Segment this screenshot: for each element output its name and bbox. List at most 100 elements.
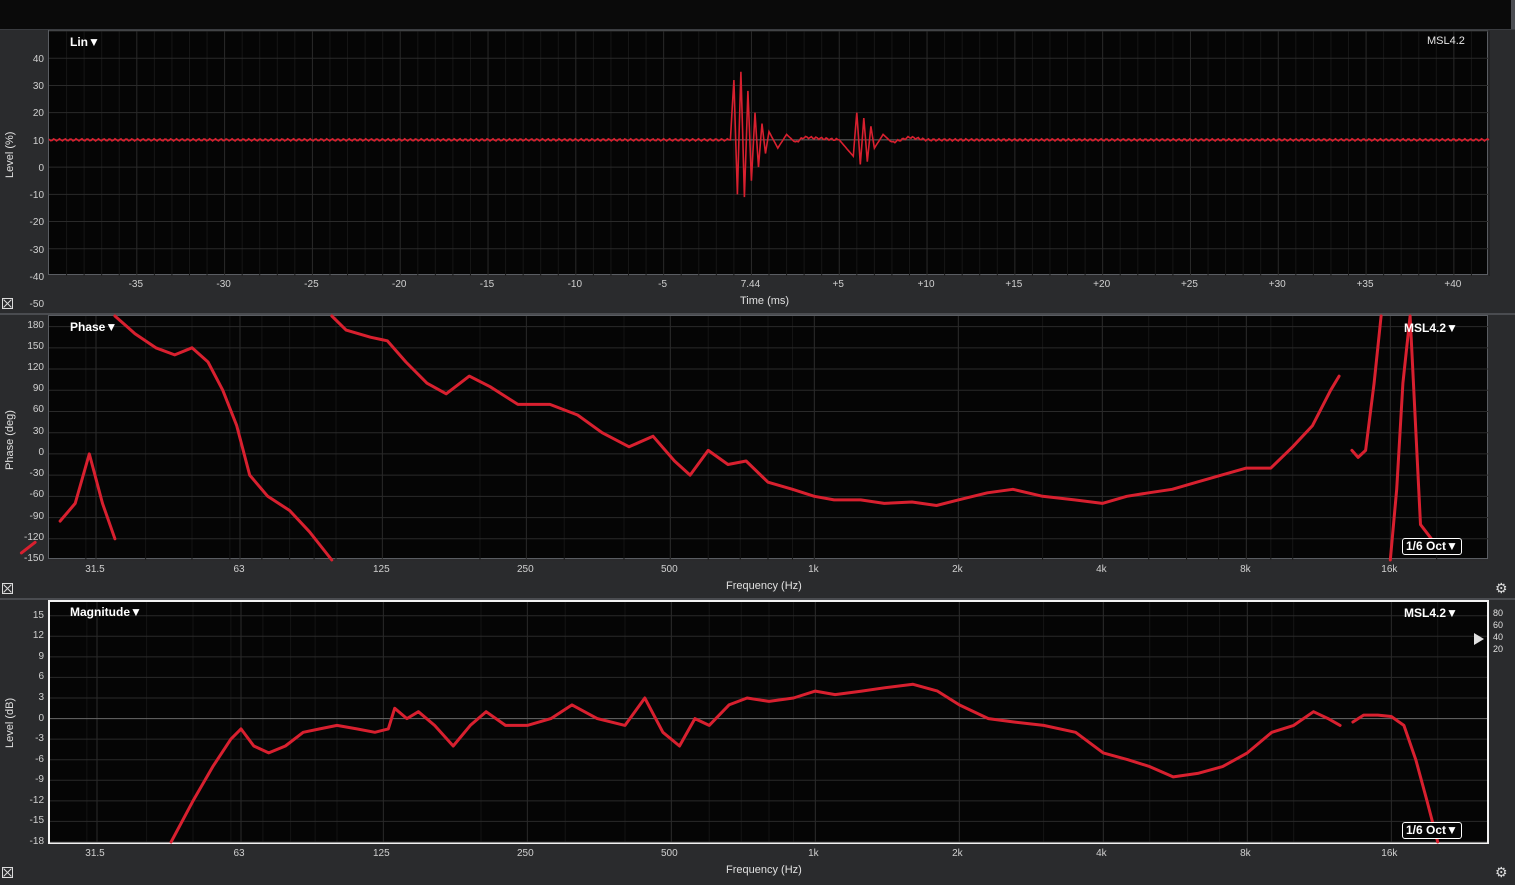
y-tick-label: 12: [32, 630, 44, 642]
y-tick-label: -50: [29, 299, 44, 310]
x-tick-label: 31.5: [85, 848, 105, 859]
side-scale-label: 60: [1493, 620, 1504, 630]
x-tick-label: +40: [1444, 279, 1462, 290]
x-tick-label: 1k: [808, 848, 819, 859]
top-toolbar: [0, 0, 1515, 30]
y-tick-label: 150: [27, 340, 44, 352]
time-plot-area[interactable]: [48, 30, 1490, 277]
phase-y-label: Phase (deg): [4, 410, 16, 470]
y-tick-label: -6: [35, 753, 44, 765]
y-tick-label: 120: [27, 362, 44, 374]
y-tick-label: -18: [29, 836, 44, 847]
y-tick-label: 180: [27, 319, 44, 331]
x-tick-label: 250: [517, 848, 534, 859]
phase-plot-area[interactable]: [19, 314, 1489, 562]
magnitude-chart: [50, 602, 1487, 844]
magnitude-plot-area[interactable]: [48, 600, 1489, 844]
y-tick-label: -30: [29, 468, 44, 480]
y-tick-label: -3: [35, 733, 44, 745]
x-tick-label: 1k: [808, 564, 819, 575]
x-tick-label: 63: [233, 848, 245, 859]
x-tick-label: -35: [128, 279, 144, 290]
x-tick-label: 8k: [1240, 848, 1251, 859]
y-tick-label: 60: [32, 404, 44, 416]
y-tick-label: 90: [32, 383, 44, 395]
magnitude-pane: Magnitude▼ MSL4.2▼ 1/6 Oct▼ 15 12 9 6 3 0 -3 -6…: [0, 600, 1515, 885]
phase-pane: Phase▼ MSL4.2▼ 1/6 Oct▼ 180 150 120 90 60 30 0…: [0, 314, 1515, 598]
phase-trace: [1350, 314, 1383, 459]
y-tick-label: -60: [29, 489, 44, 501]
side-scale-label: 40: [1493, 632, 1504, 642]
y-tick-label: 0: [38, 446, 44, 458]
x-tick-label: 4k: [1096, 848, 1107, 859]
y-tick-label: -30: [29, 244, 44, 256]
time-x-label: Time (ms): [740, 295, 790, 307]
gear-icon[interactable]: ⚙: [1495, 865, 1508, 879]
x-tick-label: -25: [304, 279, 319, 290]
x-tick-label: +5: [832, 279, 844, 290]
y-tick-label: -120: [23, 531, 44, 543]
y-tick-label: 20: [32, 108, 44, 120]
y-tick-label: -9: [35, 774, 44, 786]
x-tick-label: 500: [661, 848, 678, 859]
magnitude-mode-menu[interactable]: Magnitude▼: [70, 605, 142, 619]
x-tick-label: +25: [1180, 279, 1198, 290]
y-tick-label: -40: [29, 271, 44, 283]
x-tick-label: +35: [1356, 279, 1374, 290]
time-mode-menu[interactable]: Lin▼: [70, 35, 100, 49]
x-tick-label: 16k: [1381, 848, 1398, 859]
x-tick-label: +10: [917, 279, 935, 290]
y-tick-label: -15: [29, 815, 44, 827]
magnitude-trace: [169, 682, 1342, 844]
time-y-label: Level (%): [4, 131, 16, 178]
magnitude-x-label: Frequency (Hz): [726, 864, 802, 876]
y-tick-label: 9: [38, 650, 44, 662]
y-tick-label: 6: [38, 671, 44, 683]
x-tick-label: 125: [373, 564, 390, 575]
y-tick-label: 3: [38, 692, 44, 703]
x-tick-label: 2k: [952, 564, 963, 575]
y-tick-label: 0: [38, 162, 44, 174]
phase-trace-menu[interactable]: MSL4.2▼: [1404, 321, 1458, 335]
side-scale-label: 20: [1493, 644, 1504, 654]
y-tick-label: -150: [23, 553, 44, 564]
gear-icon[interactable]: ⚙: [1495, 581, 1508, 595]
magnitude-smoothing-menu[interactable]: 1/6 Oct▼: [1402, 822, 1462, 839]
x-tick-label: 16k: [1381, 564, 1398, 575]
magnitude-trace-menu[interactable]: MSL4.2▼: [1404, 606, 1458, 620]
close-icon[interactable]: [2, 583, 13, 594]
phase-chart: [19, 314, 1489, 562]
phase-smoothing-menu[interactable]: 1/6 Oct▼: [1402, 538, 1462, 555]
x-tick-label: -30: [216, 279, 231, 290]
close-icon[interactable]: [2, 867, 13, 878]
y-tick-label: -12: [29, 794, 44, 806]
x-tick-label: 7.44: [740, 279, 761, 290]
close-icon[interactable]: [2, 298, 13, 309]
phase-trace: [1388, 314, 1433, 562]
y-tick-label: 0: [38, 712, 44, 724]
phase-trace: [19, 540, 37, 555]
x-tick-label: -20: [391, 279, 407, 290]
x-tick-label: 31.5: [85, 564, 105, 575]
phase-trace: [113, 314, 334, 562]
x-tick-label: -5: [658, 279, 668, 290]
x-tick-label: 63: [233, 564, 245, 575]
x-tick-label: 250: [517, 564, 534, 575]
phase-mode-menu[interactable]: Phase▼: [70, 320, 117, 334]
y-tick-label: 40: [32, 54, 44, 65]
time-trace-name[interactable]: MSL4.2: [1427, 35, 1465, 47]
y-tick-label: -10: [29, 190, 44, 202]
range-slider-handle[interactable]: [1474, 633, 1484, 645]
y-tick-label: 30: [32, 81, 44, 93]
y-tick-label: -90: [29, 510, 44, 522]
y-tick-label: 10: [32, 135, 44, 147]
x-tick-label: 2k: [952, 848, 963, 859]
y-tick-label: 30: [32, 425, 44, 437]
side-scale-label: 80: [1493, 608, 1504, 618]
scrollbar[interactable]: [1511, 0, 1515, 29]
x-tick-label: -15: [479, 279, 495, 290]
phase-x-label: Frequency (Hz): [726, 580, 802, 592]
x-tick-label: +15: [1005, 279, 1023, 290]
x-tick-label: -10: [567, 279, 583, 290]
x-tick-label: 500: [661, 564, 678, 575]
